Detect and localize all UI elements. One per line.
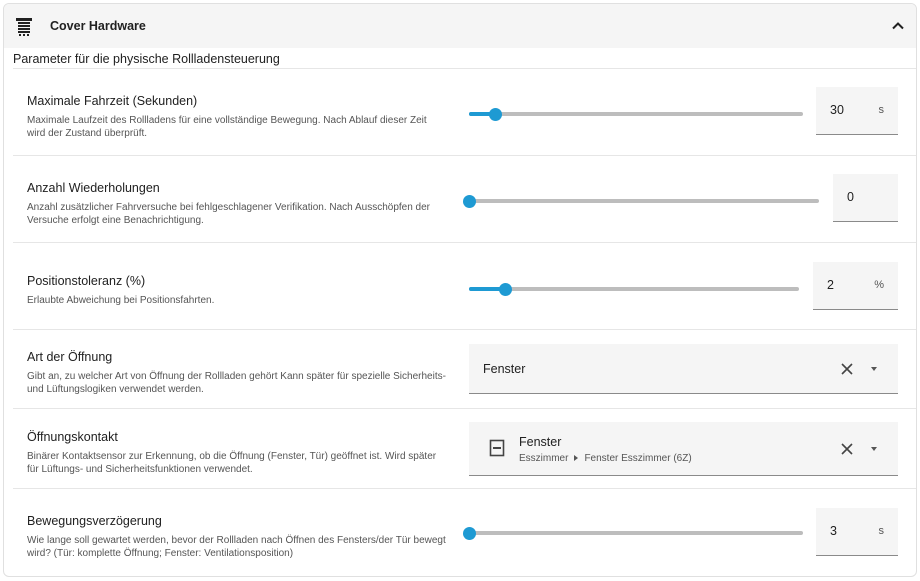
setting-description: Maximale Laufzeit des Rollladens für ein…: [27, 115, 427, 139]
opening-contact-select[interactable]: Fenster Esszimmer Fenster Esszimmer (6Z): [469, 422, 898, 476]
input-unit: s: [878, 525, 885, 537]
clear-icon[interactable]: [840, 362, 854, 376]
retries-input[interactable]: 0: [833, 174, 898, 222]
tolerance-slider[interactable]: [469, 282, 799, 296]
setting-label: Öffnungskontakt: [27, 430, 118, 444]
setting-max-travel-time: Maximale Fahrzeit (Sekunden) Maximale La…: [13, 69, 916, 155]
section-title: Parameter für die physische Rollladenste…: [13, 52, 280, 66]
clear-icon[interactable]: [840, 442, 854, 456]
setting-description: Binärer Kontaktsensor zur Erkennung, ob …: [27, 451, 437, 475]
dropdown-arrow-icon[interactable]: [871, 447, 877, 451]
slider-thumb[interactable]: [462, 526, 476, 540]
setting-retries: Anzahl Wiederholungen Anzahl zusätzliche…: [13, 156, 916, 242]
input-value: 3: [830, 524, 837, 538]
max-time-input[interactable]: 30 s: [816, 87, 898, 135]
input-unit: %: [874, 279, 884, 291]
delay-input[interactable]: 3 s: [816, 508, 898, 556]
setting-label: Anzahl Wiederholungen: [27, 181, 160, 195]
chevron-up-icon[interactable]: [890, 18, 906, 34]
entity-context: Esszimmer Fenster Esszimmer (6Z): [519, 453, 692, 464]
max-time-slider[interactable]: [469, 107, 803, 121]
setting-label: Art der Öffnung: [27, 350, 113, 364]
window-shutter-icon: [16, 18, 32, 36]
setting-description: Erlaubte Abweichung bei Positionsfahrten…: [27, 295, 215, 306]
input-value: 0: [847, 190, 854, 204]
separator-icon: [574, 454, 579, 461]
delay-slider[interactable]: [462, 526, 803, 540]
retries-slider[interactable]: [462, 194, 819, 208]
dropdown-arrow-icon[interactable]: [871, 367, 877, 371]
cover-hardware-card: Cover Hardware Parameter für die physisc…: [3, 3, 917, 577]
setting-label: Positionstoleranz (%): [27, 274, 146, 288]
setting-position-tolerance: Positionstoleranz (%) Erlaubte Abweichun…: [13, 243, 916, 329]
setting-description: Anzahl zusätzlicher Fahrversuche bei feh…: [27, 202, 431, 226]
tolerance-input[interactable]: 2 %: [813, 262, 898, 310]
slider-thumb[interactable]: [462, 194, 476, 208]
setting-movement-delay: Bewegungsverzögerung Wie lange soll gewa…: [13, 489, 916, 576]
select-value: Fenster: [483, 362, 526, 376]
select-value: Fenster: [519, 435, 562, 449]
input-value: 30: [830, 103, 844, 117]
input-unit: s: [878, 104, 885, 116]
opening-type-select[interactable]: Fenster: [469, 344, 898, 394]
entity-name: Fenster Esszimmer (6Z): [584, 453, 692, 464]
setting-description: Wie lange soll gewartet werden, bevor de…: [27, 535, 446, 559]
slider-thumb[interactable]: [489, 107, 503, 121]
setting-label: Maximale Fahrzeit (Sekunden): [27, 94, 198, 108]
card-title: Cover Hardware: [50, 19, 146, 33]
setting-opening-contact: Öffnungskontakt Binärer Kontaktsensor zu…: [13, 409, 916, 488]
card-header[interactable]: Cover Hardware: [4, 4, 916, 48]
setting-opening-type: Art der Öffnung Gibt an, zu welcher Art …: [13, 330, 916, 408]
window-sensor-icon: [489, 439, 505, 457]
slider-thumb[interactable]: [498, 282, 512, 296]
area-name: Esszimmer: [519, 453, 569, 464]
setting-label: Bewegungsverzögerung: [27, 514, 162, 528]
input-value: 2: [827, 278, 834, 292]
setting-description: Gibt an, zu welcher Art von Öffnung der …: [27, 371, 446, 395]
